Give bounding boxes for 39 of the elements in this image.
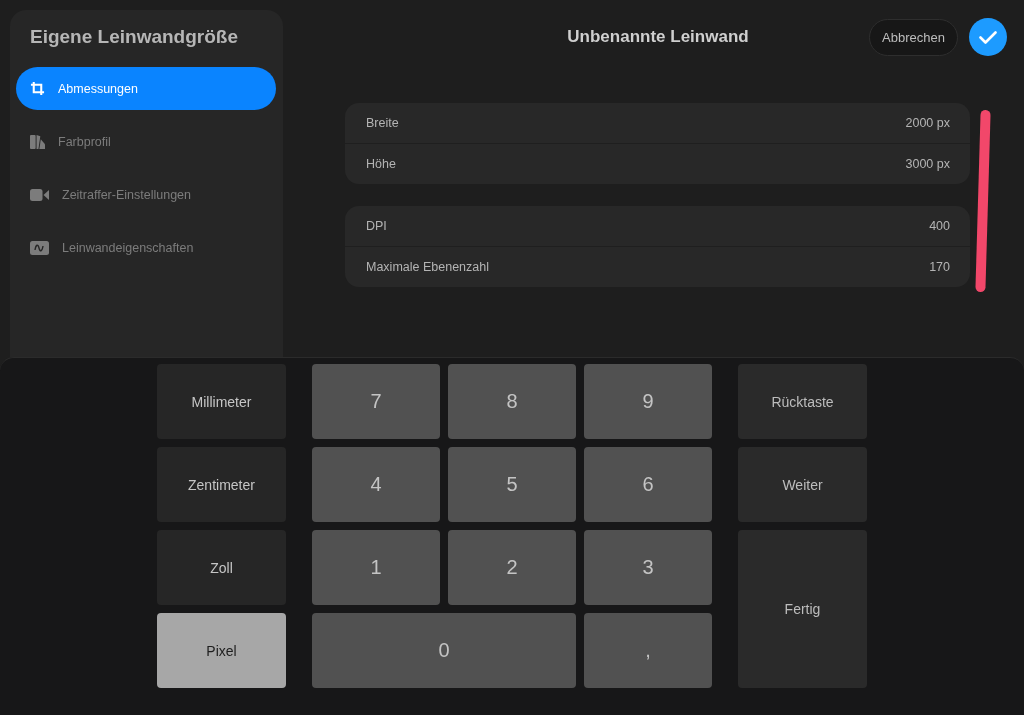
digit-key[interactable]: 3 (584, 530, 712, 605)
sidebar-title: Eigene Leinwandgröße (30, 26, 239, 48)
unit-key[interactable]: Zoll (157, 530, 286, 605)
digit-key[interactable]: 6 (584, 447, 712, 522)
field-label: DPI (366, 219, 387, 233)
sidebar-item[interactable]: Farbprofil (16, 120, 276, 163)
canvas-title: Unbenannte Leinwand (567, 27, 749, 47)
digit-key[interactable]: 0 (312, 613, 576, 688)
action-key[interactable]: Rücktaste (738, 364, 867, 439)
sidebar-item[interactable]: Leinwandeigenschaften (16, 226, 276, 269)
field-value[interactable]: 400 (929, 219, 950, 233)
unit-key[interactable]: Zentimeter (157, 447, 286, 522)
field-label: Breite (366, 116, 399, 130)
field-value[interactable]: 3000 px (905, 157, 950, 171)
check-icon (979, 30, 997, 44)
field-value[interactable]: 2000 px (905, 116, 950, 130)
digit-key[interactable]: 4 (312, 447, 440, 522)
sidebar-item[interactable]: Zeitraffer-Einstellungen (16, 173, 276, 216)
unit-key[interactable]: Millimeter (157, 364, 286, 439)
video-camera-icon (30, 188, 49, 201)
action-key[interactable]: Fertig (738, 530, 867, 688)
confirm-button[interactable] (969, 18, 1007, 56)
field-label: Maximale Ebenenzahl (366, 260, 489, 274)
swatch-fan-icon (30, 134, 45, 149)
digit-key[interactable]: 1 (312, 530, 440, 605)
digit-key[interactable]: 5 (448, 447, 576, 522)
action-key[interactable]: Weiter (738, 447, 867, 522)
digit-key[interactable]: 9 (584, 364, 712, 439)
wave-card-icon (30, 240, 49, 255)
digit-key[interactable]: 8 (448, 364, 576, 439)
field-label: Höhe (366, 157, 396, 171)
digit-key[interactable]: 7 (312, 364, 440, 439)
digit-key[interactable]: , (584, 613, 712, 688)
crop-icon (30, 81, 45, 96)
cancel-button[interactable]: Abbrechen (869, 18, 958, 56)
unit-key[interactable]: Pixel (157, 613, 286, 688)
digit-key[interactable]: 2 (448, 530, 576, 605)
field-value[interactable]: 170 (929, 260, 950, 274)
sidebar-item[interactable]: Abmessungen (16, 67, 276, 110)
